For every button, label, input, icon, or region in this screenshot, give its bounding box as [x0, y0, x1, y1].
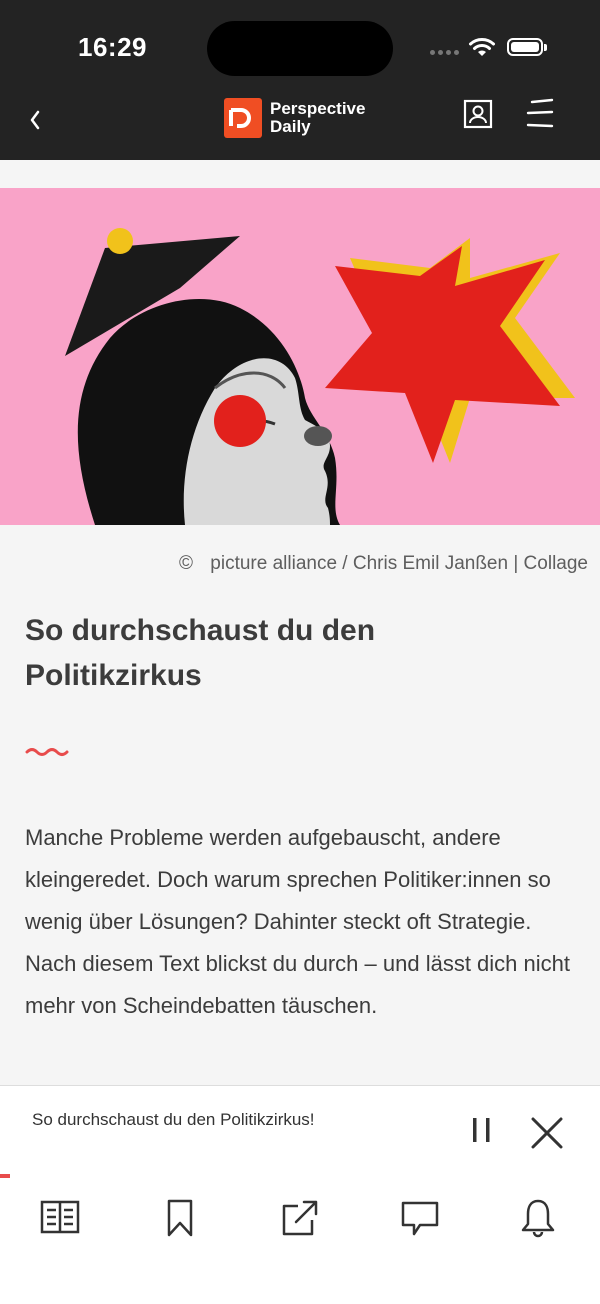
bottom-tab-bar: [0, 1178, 600, 1304]
brand-logo[interactable]: Perspective Daily: [224, 98, 365, 138]
status-bar: 16:29: [0, 0, 600, 90]
bookmark-icon[interactable]: [160, 1198, 200, 1238]
audio-player: So durchschaust du den Politikzirkus!: [0, 1085, 600, 1178]
hero-image: [0, 188, 600, 525]
logo-mark-icon: [224, 98, 262, 138]
comment-icon[interactable]: [400, 1198, 440, 1238]
chevron-left-icon[interactable]: [20, 102, 50, 142]
pause-icon[interactable]: [470, 1116, 494, 1144]
close-icon[interactable]: [530, 1116, 564, 1150]
menu-icon[interactable]: [524, 98, 556, 132]
audio-player-title: So durchschaust du den Politikzirkus!: [32, 1110, 315, 1129]
status-time: 16:29: [78, 32, 147, 62]
logo-text: Perspective Daily: [270, 100, 365, 136]
contact-card-icon[interactable]: [462, 98, 494, 132]
bell-icon[interactable]: [518, 1198, 558, 1238]
share-icon[interactable]: [280, 1198, 320, 1238]
logo-line1: Perspective: [270, 99, 366, 118]
cellular-signal-icon: [430, 50, 459, 55]
copyright-icon: ©: [179, 553, 193, 574]
wifi-icon: [469, 38, 495, 56]
reader-icon[interactable]: [40, 1198, 80, 1238]
dynamic-island: [207, 21, 393, 76]
image-credit-text: picture alliance / Chris Emil Janßen | C…: [210, 553, 588, 574]
image-credit: © picture alliance / Chris Emil Janßen |…: [179, 553, 588, 575]
logo-line2: Daily: [270, 117, 311, 136]
squiggle-divider: [25, 748, 69, 756]
battery-icon: [507, 38, 547, 56]
article-lead: Manche Probleme werden aufgebauscht, and…: [25, 825, 570, 1018]
article-title: So durchschaust du den Politikzirkus: [25, 614, 376, 692]
nav-bar: Perspective Daily: [0, 90, 600, 160]
